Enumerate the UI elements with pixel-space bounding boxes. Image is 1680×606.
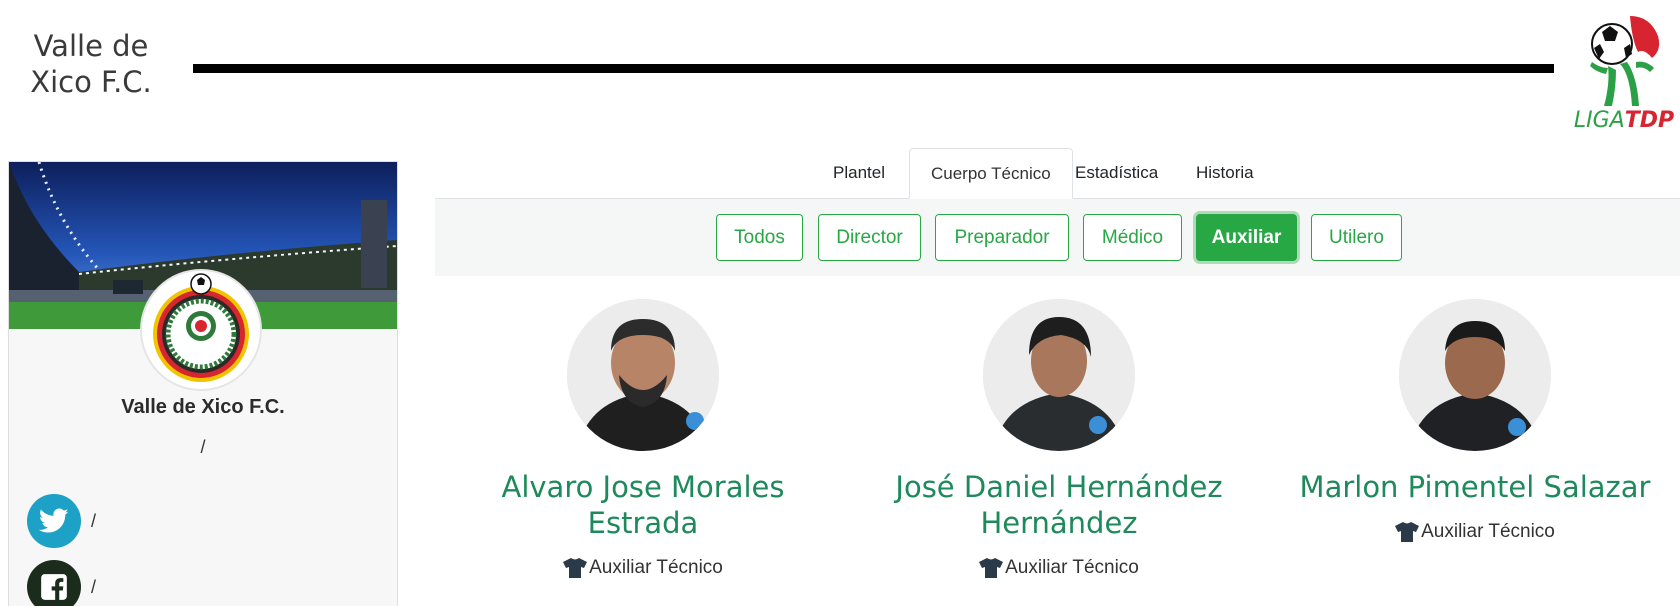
tab-plantel[interactable]: Plantel (812, 148, 906, 199)
staff-name[interactable]: Alvaro Jose Morales Estrada (463, 469, 823, 541)
staff-photo (1399, 299, 1551, 451)
section-tabs: Plantel Cuerpo Técnico Estadística Histo… (435, 148, 1680, 199)
filter-director-button[interactable]: Director (818, 214, 921, 261)
staff-role: Auxiliar Técnico (879, 557, 1239, 579)
twitter-handle: / (91, 510, 97, 531)
filter-auxiliar-button[interactable]: Auxiliar (1196, 214, 1297, 261)
staff-role-label: Auxiliar Técnico (1005, 557, 1139, 578)
liga-tdp-wordmark: LIGATDP (1572, 108, 1676, 133)
filter-utilero-button[interactable]: Utilero (1311, 214, 1402, 261)
shirt-icon (563, 558, 588, 578)
team-name: Valle de Xico F.C. (121, 396, 285, 418)
staff-name[interactable]: José Daniel Hernández Hernández (879, 469, 1239, 541)
facebook-icon[interactable] (27, 560, 81, 606)
staff-role: Auxiliar Técnico (1295, 521, 1655, 543)
tab-cuerpo-tecnico[interactable]: Cuerpo Técnico (909, 148, 1073, 199)
twitter-icon[interactable] (27, 494, 81, 548)
staff-role-label: Auxiliar Técnico (1421, 521, 1555, 542)
facebook-link[interactable]: / (27, 560, 96, 606)
twitter-link[interactable]: / (27, 494, 96, 548)
staff-photo (567, 299, 719, 451)
staff-role: Auxiliar Técnico (463, 557, 823, 579)
filter-preparador-button[interactable]: Preparador (935, 214, 1069, 261)
team-crest-logo (140, 269, 262, 391)
filter-medico-button[interactable]: Médico (1083, 214, 1182, 261)
tab-historia[interactable]: Historia (1175, 148, 1275, 199)
liga-suffix: TDP (1624, 108, 1675, 133)
staff-card[interactable]: Alvaro Jose Morales Estrada Auxiliar Téc… (463, 299, 823, 579)
staff-photo (983, 299, 1135, 451)
team-card: Valle de Xico F.C. / / / (8, 161, 398, 606)
tab-estadistica[interactable]: Estadística (1054, 148, 1179, 199)
team-subtitle: / (200, 437, 206, 457)
staff-card[interactable]: José Daniel Hernández Hernández Auxiliar… (879, 299, 1239, 579)
staff-card[interactable]: Marlon Pimentel Salazar Auxiliar Técnico (1295, 299, 1655, 543)
shirt-icon (1395, 522, 1420, 542)
staff-filter-bar: Todos Director Preparador Médico Auxilia… (435, 199, 1680, 276)
staff-name[interactable]: Marlon Pimentel Salazar (1295, 469, 1655, 505)
shirt-icon (979, 558, 1004, 578)
club-title: Valle de Xico F.C. (30, 29, 152, 99)
staff-role-label: Auxiliar Técnico (589, 557, 723, 578)
header-divider (193, 64, 1554, 73)
liga-prefix: LIGA (1573, 108, 1625, 133)
facebook-handle: / (91, 576, 97, 597)
filter-todos-button[interactable]: Todos (716, 214, 803, 261)
